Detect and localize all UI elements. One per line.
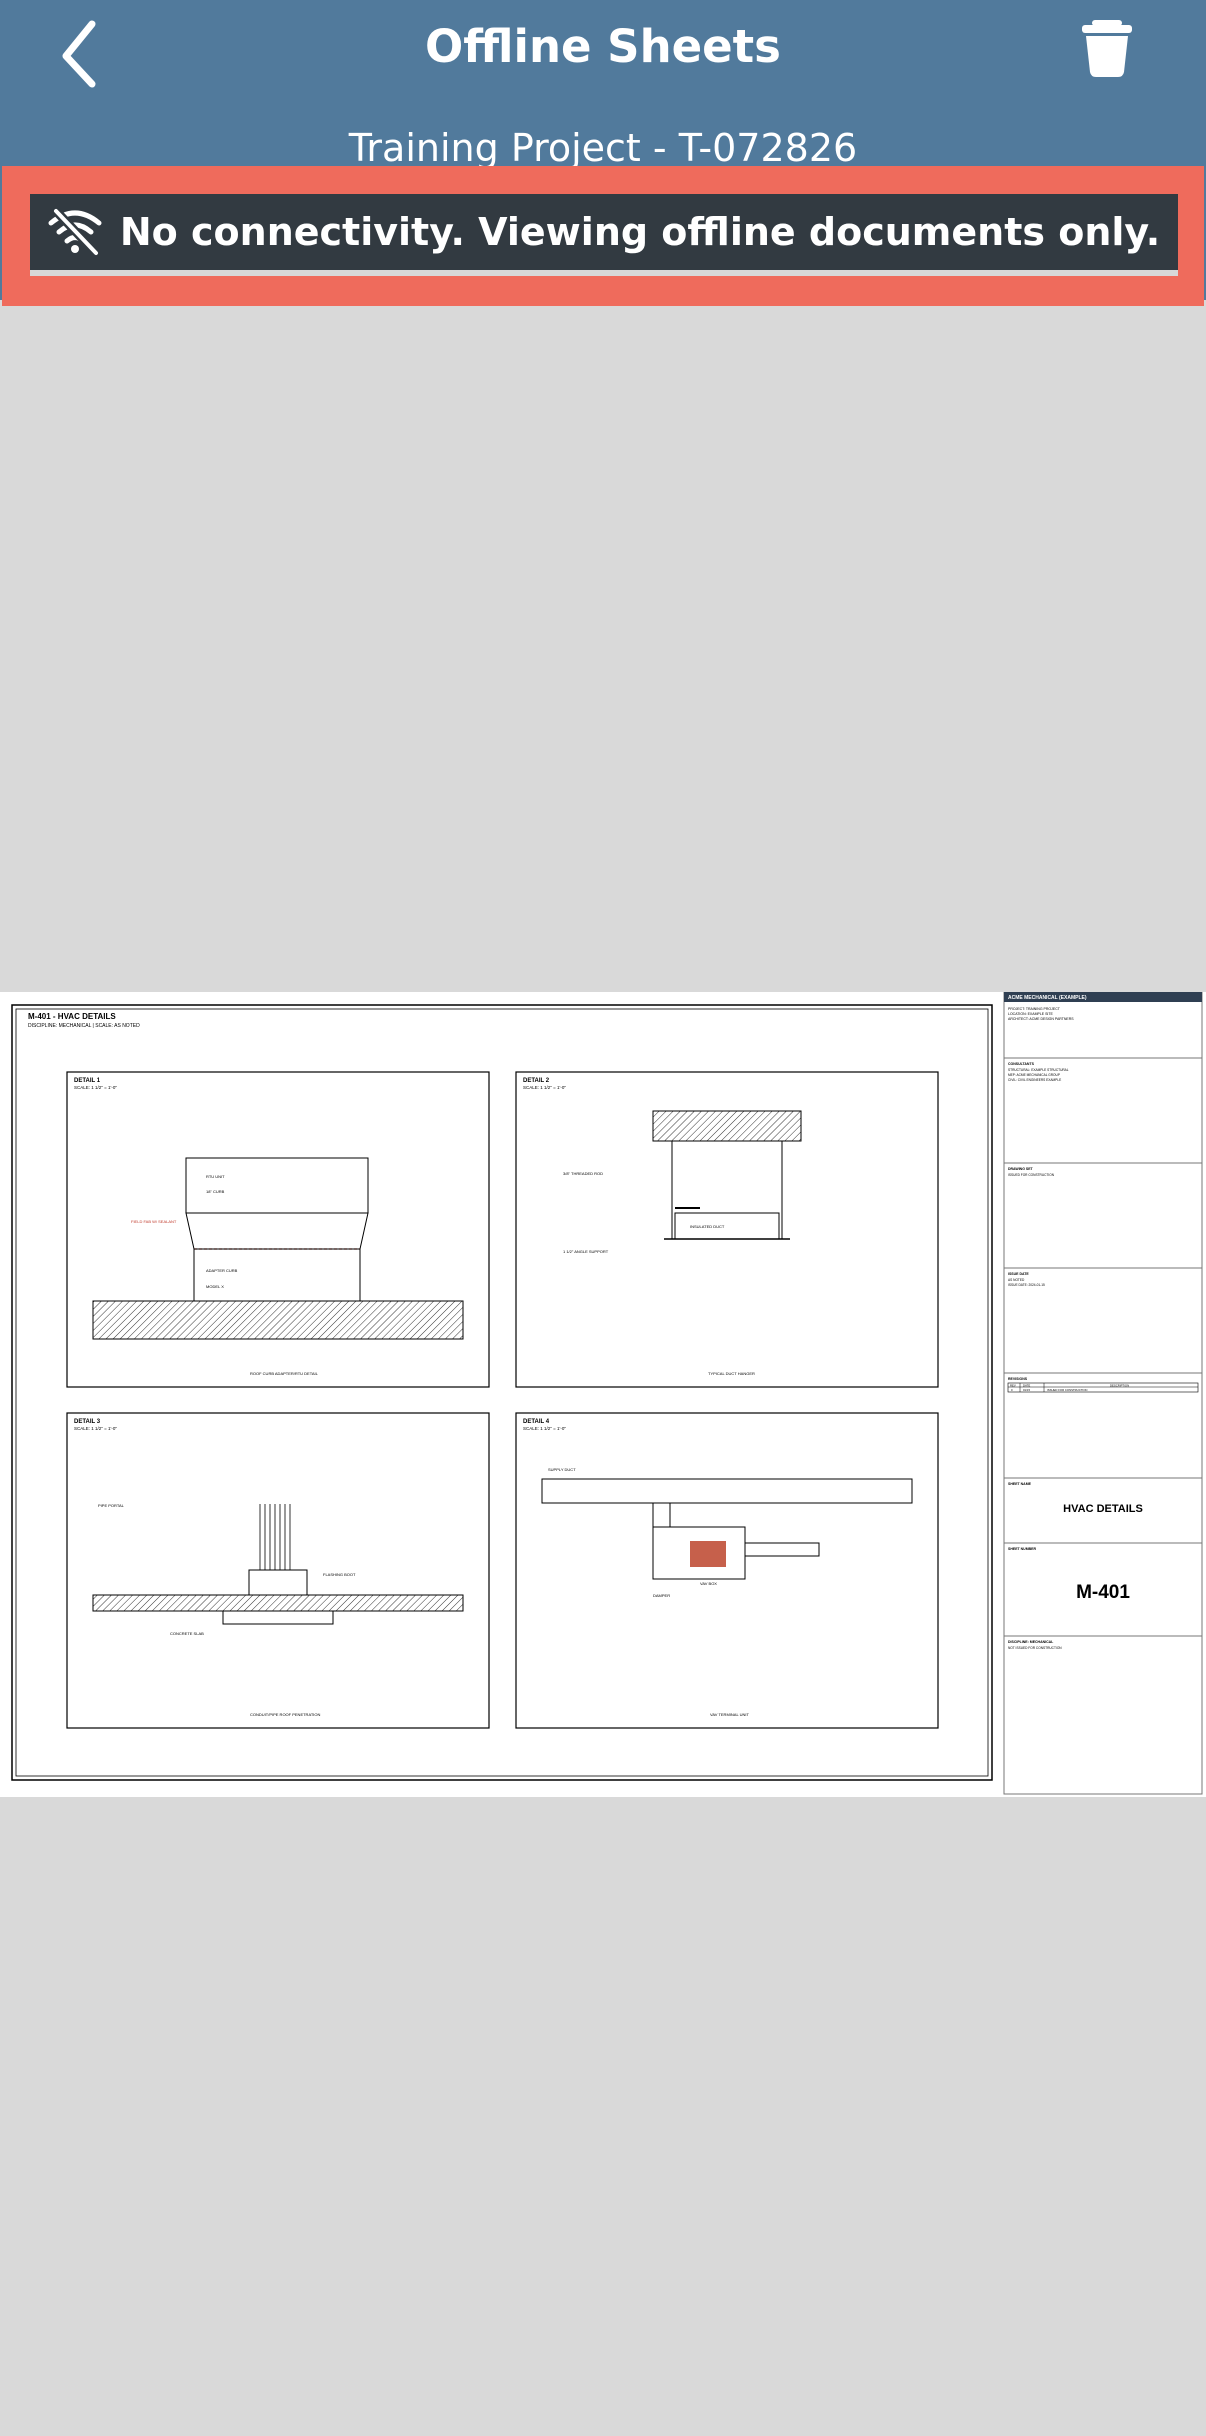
detail-1-label: ADAPTER CURB	[206, 1268, 238, 1273]
detail-3-label: FLASHING BOOT	[323, 1572, 356, 1577]
detail-3[interactable]: DETAIL 3 SCALE: 1 1/2" = 1'-0" PIPE PORT…	[66, 1412, 490, 1729]
title-block-text: ISSUE DATE: 2024-01-15	[1008, 1283, 1045, 1287]
project-subtitle: Training Project - T-072826	[348, 126, 858, 170]
detail-4-label: SUPPLY DUCT	[548, 1467, 576, 1472]
title-block-text: ISSUED FOR CONSTRUCTION	[1008, 1173, 1055, 1177]
sheet-subheading: DISCIPLINE: MECHANICAL | SCALE: AS NOTED	[28, 1023, 140, 1029]
revisions-header: DATE	[1023, 1384, 1030, 1388]
detail-1-label: MODEL X	[206, 1284, 224, 1289]
detail-3-caption: CONDUIT/PIPE ROOF PENETRATION	[250, 1712, 320, 1717]
revisions-header: REV	[1010, 1384, 1016, 1388]
title-block-text: NOT ISSUED FOR CONSTRUCTION	[1008, 1646, 1062, 1650]
detail-2[interactable]: DETAIL 2 SCALE: 1 1/2" = 1'-0" 3/8" THRE…	[515, 1071, 939, 1388]
title-block-label: SHEET NUMBER	[1008, 1547, 1036, 1551]
detail-4-scale: SCALE: 1 1/2" = 1'-0"	[523, 1426, 566, 1431]
trash-icon[interactable]	[1078, 20, 1136, 78]
sheet-viewer[interactable]: M-401 - HVAC DETAILS DISCIPLINE: MECHANI…	[0, 992, 1206, 1797]
revisions-cell: 01/15	[1023, 1388, 1030, 1392]
detail-2-label: 3/8" THREADED ROD	[563, 1171, 603, 1176]
detail-1-title: DETAIL 1	[74, 1078, 101, 1084]
title-block-label: CONSULTANTS	[1008, 1062, 1035, 1066]
title-block-text: STRUCTURAL: EXAMPLE STRUCTURAL	[1008, 1068, 1069, 1072]
offline-alert: No connectivity. Viewing offline documen…	[30, 194, 1178, 276]
title-block-text: AS NOTED	[1008, 1278, 1025, 1282]
detail-4-title: DETAIL 4	[523, 1419, 550, 1425]
title-block-label: ISSUE DATE	[1008, 1272, 1029, 1276]
title-block-text: ARCHITECT: ACME DESIGN PARTNERS	[1008, 1017, 1074, 1021]
detail-4-label: DAMPER	[653, 1593, 670, 1598]
revisions-header: DESCRIPTION	[1110, 1384, 1129, 1388]
revisions-cell: ISSUED FOR CONSTRUCTION	[1047, 1388, 1087, 1392]
wifi-off-icon	[48, 207, 102, 257]
detail-1-caption: ROOF CURB ADAPTER/RTU DETAIL	[250, 1371, 319, 1376]
title-block[interactable]: ACME MECHANICAL (EXAMPLE) PROJECT: TRAIN…	[1003, 992, 1203, 1795]
title-block-label: DISCIPLINE: MECHANICAL	[1008, 1640, 1054, 1644]
page-title: Offline Sheets	[425, 20, 781, 73]
detail-2-caption: TYPICAL DUCT HANGER	[708, 1371, 755, 1376]
detail-2-title: DETAIL 2	[523, 1078, 550, 1084]
detail-4-caption: VAV TERMINAL UNIT	[710, 1712, 750, 1717]
drawing-sheet[interactable]: M-401 - HVAC DETAILS DISCIPLINE: MECHANI…	[0, 992, 1206, 1797]
title-block-label: REVISIONS	[1008, 1377, 1028, 1381]
hw-coil	[690, 1541, 726, 1567]
offline-alert-banner: No connectivity. Viewing offline documen…	[2, 166, 1204, 306]
title-block-text: PROJECT: TRAINING PROJECT	[1008, 1007, 1061, 1011]
sheet-frame	[11, 1004, 993, 1781]
detail-3-title: DETAIL 3	[74, 1419, 101, 1425]
offline-alert-message: No connectivity. Viewing offline documen…	[119, 210, 1161, 254]
detail-2-scale: SCALE: 1 1/2" = 1'-0"	[523, 1085, 566, 1090]
detail-1-label: RTU UNIT	[206, 1174, 225, 1179]
title-block-text: CIVIL: CIVIL ENGINEERS EXAMPLE	[1008, 1078, 1061, 1082]
detail-3-label: CONCRETE SLAB	[170, 1631, 204, 1636]
title-block-text: MEP: ACME MECHANICAL GROUP	[1008, 1073, 1060, 1077]
detail-2-label: INSULATED DUCT	[690, 1224, 725, 1229]
sheet-heading: M-401 - HVAC DETAILS	[28, 1012, 116, 1021]
title-block-sheet-number: M-401	[1076, 1582, 1130, 1603]
detail-1-label: FIELD FAB W/ SEALANT	[131, 1219, 177, 1224]
detail-3-scale: SCALE: 1 1/2" = 1'-0"	[74, 1426, 117, 1431]
title-block-company: ACME MECHANICAL (EXAMPLE)	[1008, 995, 1087, 1001]
detail-1-scale: SCALE: 1 1/2" = 1'-0"	[74, 1085, 117, 1090]
detail-4[interactable]: DETAIL 4 SCALE: 1 1/2" = 1'-0" SUPPLY DU…	[515, 1412, 939, 1729]
title-block-label: SHEET NAME	[1008, 1482, 1032, 1486]
detail-2-label: 1 1/2" ANGLE SUPPORT	[563, 1249, 609, 1254]
detail-4-label: VAV BOX	[700, 1581, 717, 1586]
title-block-sheet-name: HVAC DETAILS	[1063, 1503, 1143, 1515]
detail-3-label: PIPE PORTAL	[98, 1503, 125, 1508]
detail-1-label: 18" CURB	[206, 1189, 225, 1194]
title-block-label: DRAWING SET	[1008, 1167, 1034, 1171]
title-block-text: LOCATION: EXAMPLE SITE	[1008, 1012, 1054, 1016]
detail-1[interactable]: DETAIL 1 SCALE: 1 1/2" = 1'-0" RTU UNIT …	[66, 1071, 490, 1388]
